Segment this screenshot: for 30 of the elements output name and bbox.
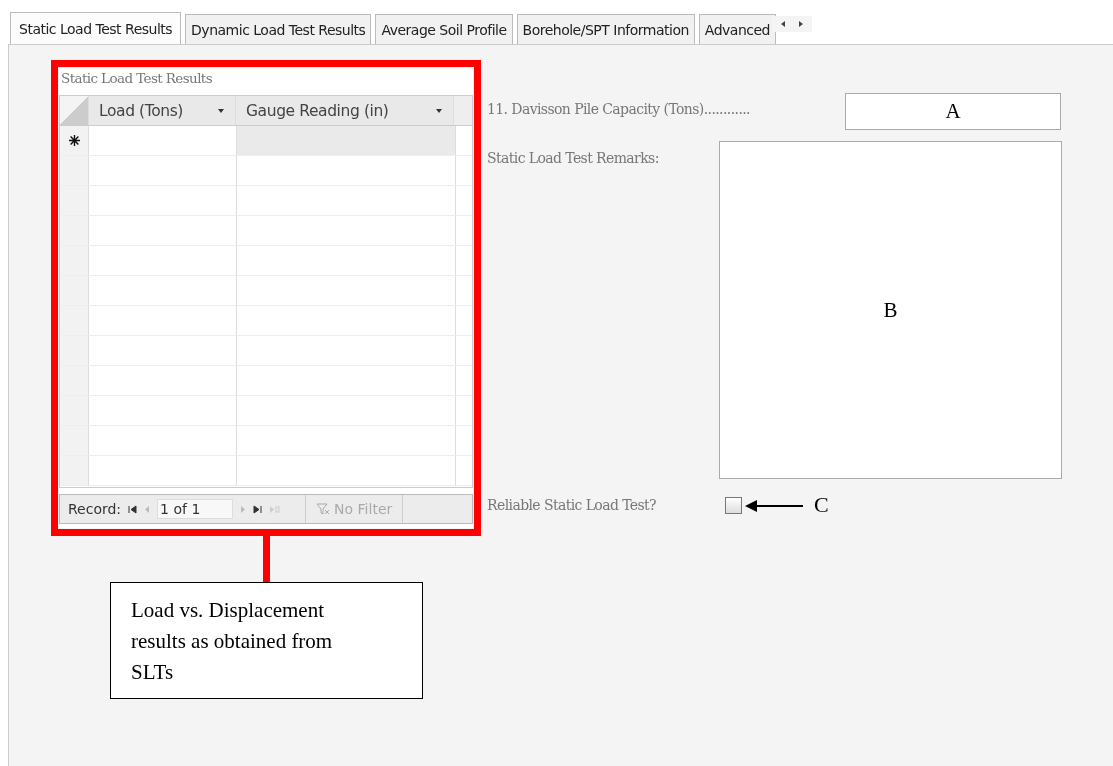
column-header[interactable]: Load (Tons) bbox=[89, 96, 236, 125]
field-label: 11. Davisson Pile Capacity (Tons)............ bbox=[487, 101, 750, 117]
pointer-arrow bbox=[745, 500, 803, 512]
new-record-nav-icon[interactable] bbox=[269, 504, 281, 514]
tab[interactable]: Borehole/SPT Information bbox=[516, 14, 695, 44]
callout-box: Load vs. Displacement results as obtained from SLTs bbox=[110, 582, 423, 699]
first-record-icon[interactable] bbox=[128, 504, 138, 514]
new-record-icon bbox=[68, 135, 80, 146]
reliable-checkbox[interactable] bbox=[725, 497, 742, 514]
tab[interactable]: Average Soil Profile bbox=[375, 14, 513, 44]
record-label: Record: bbox=[68, 501, 122, 517]
previous-record-icon[interactable] bbox=[144, 504, 151, 514]
last-record-icon[interactable] bbox=[253, 504, 263, 514]
remarks-field[interactable]: B bbox=[719, 141, 1062, 479]
filter-icon bbox=[316, 503, 331, 515]
dropdown-arrow-icon[interactable] bbox=[217, 107, 225, 114]
row-selector[interactable] bbox=[60, 126, 89, 155]
tab-scroll-arrows-icon[interactable] bbox=[772, 16, 812, 32]
dropdown-arrow-icon[interactable] bbox=[435, 107, 443, 114]
next-record-icon[interactable] bbox=[240, 504, 247, 514]
field-label: Static Load Test Remarks: bbox=[487, 150, 659, 166]
table-cell[interactable] bbox=[237, 126, 456, 155]
subform-title: Static Load Test Results bbox=[61, 70, 213, 86]
tab[interactable]: Dynamic Load Test Results bbox=[185, 14, 372, 44]
record-position-field[interactable]: 1 of 1 bbox=[157, 499, 234, 519]
tab[interactable]: Advanced bbox=[698, 14, 776, 44]
checkbox-label: Reliable Static Load Test? bbox=[487, 497, 656, 513]
annotation-letter: C bbox=[814, 492, 829, 518]
tab[interactable]: Static Load Test Results bbox=[10, 12, 182, 45]
capacity-field[interactable]: A bbox=[845, 93, 1061, 130]
